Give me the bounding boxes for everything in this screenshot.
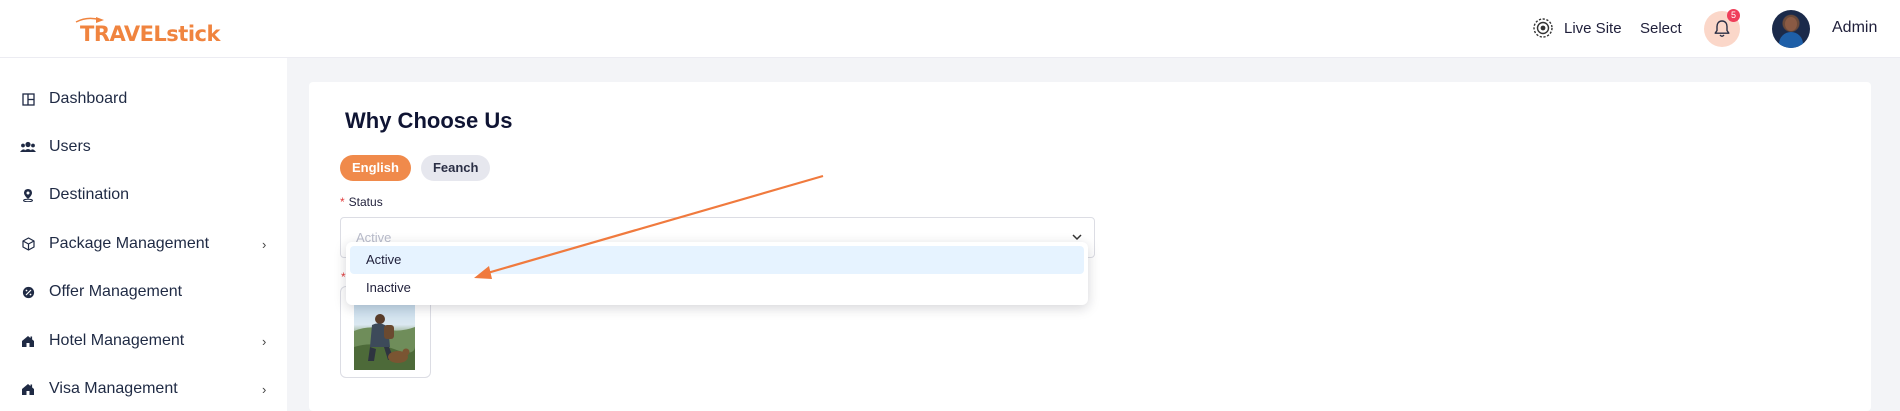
option-inactive[interactable]: Inactive [350,274,1084,302]
tab-english[interactable]: English [340,155,411,181]
brand-logo-text: TRAVELstick [80,22,220,46]
hotel-icon [20,333,36,349]
sidebar-item-destination[interactable]: Destination [0,175,287,215]
sidebar-item-label: Users [49,138,91,155]
brand-logo[interactable]: TRAVELstick [74,14,224,48]
select-menu[interactable]: Select [1640,20,1682,37]
users-icon [20,139,36,155]
status-dropdown-menu: Active Inactive [346,242,1088,305]
sidebar-item-label: Package Management [49,235,210,252]
bell-icon [1714,20,1730,37]
sidebar-item-visa-management[interactable]: Visa Management › [0,369,287,409]
language-tabs: English Feanch [340,155,491,181]
sidebar-item-package-management[interactable]: Package Management › [0,224,287,264]
main-content: Why Choose Us English Feanch * Status Act… [287,58,1900,411]
image-required-mark: * [341,270,346,284]
chevron-right-icon: › [262,236,267,252]
sidebar: Dashboard Users Destination Package Mana… [0,58,287,411]
dashboard-icon [20,91,36,107]
live-site-label: Live Site [1564,19,1622,37]
sidebar-item-dashboard[interactable]: Dashboard [0,79,287,119]
tab-feanch[interactable]: Feanch [420,155,491,181]
location-pin-icon [20,187,36,203]
sidebar-item-label: Destination [49,186,130,203]
package-icon [20,236,36,252]
status-label-text: Status [348,195,383,209]
sidebar-item-label: Dashboard [49,90,128,107]
sidebar-item-hotel-management[interactable]: Hotel Management › [0,321,287,361]
page-title: Why Choose Us [345,108,513,133]
required-mark: * [340,195,345,209]
avatar[interactable] [1772,10,1810,48]
hiker-photo-thumbnail [354,297,415,370]
notifications-button[interactable]: 5 [1704,9,1740,47]
user-name-label[interactable]: Admin [1832,19,1877,37]
sidebar-item-label: Hotel Management [49,332,185,349]
live-site-link[interactable]: Live Site [1532,17,1622,39]
sidebar-item-users[interactable]: Users [0,127,287,167]
notification-count-badge: 5 [1727,9,1740,22]
sidebar-item-offer-management[interactable]: Offer Management [0,272,287,312]
chevron-right-icon: › [262,381,267,397]
chevron-right-icon: › [262,333,267,349]
sidebar-item-label: Offer Management [49,283,183,300]
status-field-label: * Status [340,195,383,209]
option-active[interactable]: Active [350,246,1084,274]
live-target-icon [1533,18,1553,38]
top-header: TRAVELstick Live Site Select 5 Admin [0,0,1900,58]
offer-icon [20,284,36,300]
sidebar-item-label: Visa Management [49,380,178,397]
visa-icon [20,381,36,397]
